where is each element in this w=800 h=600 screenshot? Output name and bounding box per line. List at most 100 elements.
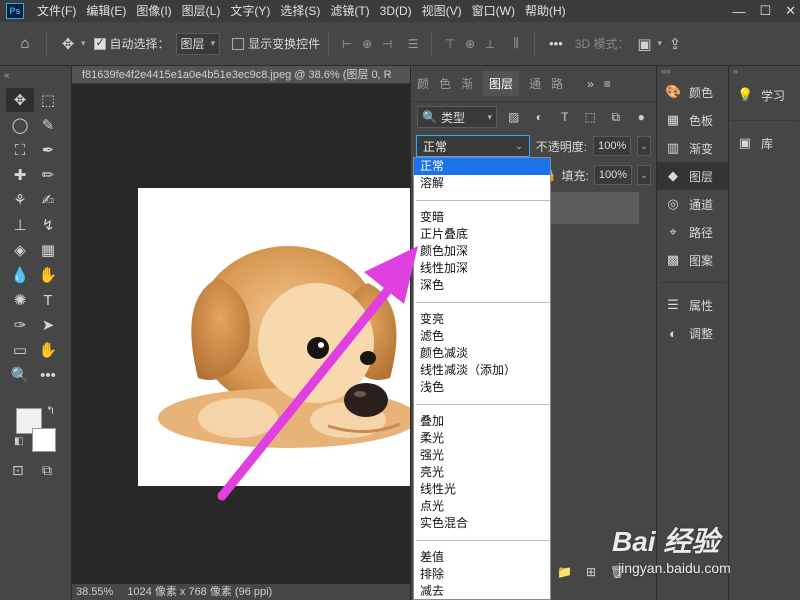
blend-mode-option[interactable]: 差值 xyxy=(414,549,550,566)
tab-paths[interactable]: 路 xyxy=(551,75,563,92)
align-middle-v-icon[interactable]: ⊕ xyxy=(460,34,480,54)
dock-item-patterns[interactable]: ▩ 图案 xyxy=(657,246,728,274)
canvas-area[interactable] xyxy=(72,84,412,584)
blend-mode-option[interactable]: 柔光 xyxy=(414,430,550,447)
show-transform-controls-checkbox[interactable] xyxy=(232,37,245,50)
more-tools-icon[interactable]: ••• xyxy=(34,363,62,387)
brush-tool-icon[interactable]: ✏ xyxy=(34,163,62,187)
blend-mode-option[interactable]: 变暗 xyxy=(414,209,550,226)
library-panel-button[interactable]: ▣ 库 xyxy=(729,129,800,157)
fill-input[interactable]: 100% xyxy=(593,165,632,185)
menu-item[interactable]: 视图(V) xyxy=(417,0,467,22)
dock-item-properties[interactable]: ☰ 属性 xyxy=(657,291,728,319)
filter-toggle-icon[interactable]: ● xyxy=(633,110,651,124)
distribute-icon[interactable]: ☰ xyxy=(403,34,423,54)
path-select-tool-icon[interactable]: ➤ xyxy=(34,313,62,337)
blend-mode-option[interactable]: 颜色减淡 xyxy=(414,345,550,362)
toolbar-collapse-button[interactable]: « xyxy=(0,66,71,88)
menu-item[interactable]: 选择(S) xyxy=(275,0,325,22)
tab-color[interactable]: 颜 xyxy=(417,75,429,92)
layer-row[interactable] xyxy=(551,192,639,224)
home-icon[interactable]: ⌂ xyxy=(12,31,38,57)
blend-mode-option[interactable]: 变亮 xyxy=(414,311,550,328)
marquee-tool-icon[interactable]: ⬚ xyxy=(34,88,62,112)
filter-pixel-icon[interactable]: ▨ xyxy=(505,110,523,124)
zoom-tool-icon[interactable]: 🔍 xyxy=(6,363,34,387)
align-right-icon[interactable]: ⊣ xyxy=(377,34,397,54)
close-button[interactable]: ✕ xyxy=(785,3,796,19)
blend-mode-option[interactable]: 点光 xyxy=(414,498,550,515)
menu-item[interactable]: 滤镜(T) xyxy=(325,0,374,22)
opacity-slider-toggle[interactable]: ⌄ xyxy=(637,136,651,156)
gradient-tool-icon[interactable]: ▦ xyxy=(34,238,62,262)
eraser-tool-icon[interactable]: ◈ xyxy=(6,238,34,262)
dock-item-paths[interactable]: ⌖ 路径 xyxy=(657,218,728,246)
menu-item[interactable]: 3D(D) xyxy=(375,0,417,22)
type-tool-icon[interactable]: T xyxy=(34,288,62,312)
blend-mode-option[interactable]: 减去 xyxy=(414,583,550,599)
blend-mode-option[interactable]: 叠加 xyxy=(414,413,550,430)
filter-adjustment-icon[interactable]: ◐ xyxy=(531,110,549,124)
opacity-input[interactable]: 100% xyxy=(593,136,632,156)
swap-colors-icon[interactable]: ↰ xyxy=(46,404,55,417)
blend-mode-option[interactable]: 颜色加深 xyxy=(414,243,550,260)
panel-menu-icon[interactable]: ≡ xyxy=(604,77,611,91)
dock-item-swatches[interactable]: ▦ 色板 xyxy=(657,106,728,134)
dock-item-adjustments[interactable]: ◐ 调整 xyxy=(657,319,728,347)
maximize-button[interactable]: ☐ xyxy=(759,3,771,19)
stamp-tool-icon[interactable]: ⊥ xyxy=(6,213,34,237)
dodge-tool-icon[interactable]: ✋ xyxy=(34,263,62,287)
filter-smart-object-icon[interactable]: ⧉ xyxy=(607,110,625,125)
menu-item[interactable]: 图层(L) xyxy=(177,0,226,22)
blend-mode-option[interactable]: 线性光 xyxy=(414,481,550,498)
shape-tool-icon[interactable]: ▭ xyxy=(6,338,34,362)
menu-item[interactable]: 帮助(H) xyxy=(520,0,571,22)
document-canvas[interactable] xyxy=(138,188,412,486)
dock-item-gradient[interactable]: ▥ 渐变 xyxy=(657,134,728,162)
more-options-button[interactable]: ••• xyxy=(549,36,563,51)
pen-tool-icon[interactable]: ✑ xyxy=(6,313,34,337)
distribute-vertical-icon[interactable]: ⫼ xyxy=(506,34,526,54)
tab-channels[interactable]: 通 xyxy=(529,75,541,92)
blend-mode-option[interactable]: 亮光 xyxy=(414,464,550,481)
tab-swatches[interactable]: 色 xyxy=(439,75,451,92)
filter-kind-select[interactable]: 🔍 类型 ▾ xyxy=(417,106,497,128)
filter-type-icon[interactable]: T xyxy=(556,110,574,124)
blur-tool-icon[interactable]: 💧 xyxy=(6,263,34,287)
eyedropper-tool-icon[interactable]: ✒ xyxy=(34,138,62,162)
quick-select-tool-icon[interactable]: ✎ xyxy=(34,113,62,137)
menu-item[interactable]: 编辑(E) xyxy=(81,0,131,22)
blend-mode-option[interactable]: 实色混合 xyxy=(414,515,550,532)
sponge-tool-icon[interactable]: ✺ xyxy=(6,288,34,312)
blend-mode-option[interactable]: 溶解 xyxy=(414,175,550,192)
quick-mask-icon[interactable]: ⊡ xyxy=(12,462,24,479)
lasso-tool-icon[interactable]: ◯ xyxy=(6,113,34,137)
dock-collapse-button[interactable]: «« xyxy=(657,66,728,78)
menu-item[interactable]: 图像(I) xyxy=(131,0,176,22)
chevron-down-icon[interactable]: ▾ xyxy=(81,38,86,49)
screen-mode-icon[interactable]: ⧉ xyxy=(42,462,52,479)
dock-item-palette[interactable]: 🎨 颜色 xyxy=(657,78,728,106)
healing-brush-tool-icon[interactable]: ✚ xyxy=(6,163,34,187)
menu-item[interactable]: 文字(Y) xyxy=(225,0,275,22)
blend-mode-option[interactable]: 强光 xyxy=(414,447,550,464)
blend-mode-option[interactable]: 浅色 xyxy=(414,379,550,396)
clone-stamp-tool-icon[interactable]: ⚘ xyxy=(6,188,34,212)
workspace-icon[interactable]: ▣ xyxy=(631,31,657,57)
align-top-icon[interactable]: ⊤ xyxy=(440,34,460,54)
dock-item-layers[interactable]: ◆ 图层 xyxy=(657,162,728,190)
learn-panel-button[interactable]: 💡 学习 xyxy=(729,78,800,112)
blend-mode-option[interactable]: 线性减淡（添加） xyxy=(414,362,550,379)
menu-item[interactable]: 文件(F) xyxy=(32,0,81,22)
new-group-icon[interactable]: 📁 xyxy=(557,565,572,579)
move-tool-icon[interactable]: ✥ xyxy=(6,88,34,112)
expand-panels-button[interactable]: » xyxy=(587,77,594,91)
crop-tool-icon[interactable]: ⛶ xyxy=(6,138,34,162)
align-center-h-icon[interactable]: ⊕ xyxy=(357,34,377,54)
hand-tool-icon[interactable]: ✋ xyxy=(34,338,62,362)
tab-gradients[interactable]: 渐 xyxy=(461,75,473,92)
fill-slider-toggle[interactable]: ⌄ xyxy=(637,165,651,185)
zoom-level[interactable]: 38.55% xyxy=(76,584,113,600)
menu-item[interactable]: 窗口(W) xyxy=(467,0,520,22)
auto-select-target-select[interactable]: 图层 ▾ xyxy=(175,32,221,55)
